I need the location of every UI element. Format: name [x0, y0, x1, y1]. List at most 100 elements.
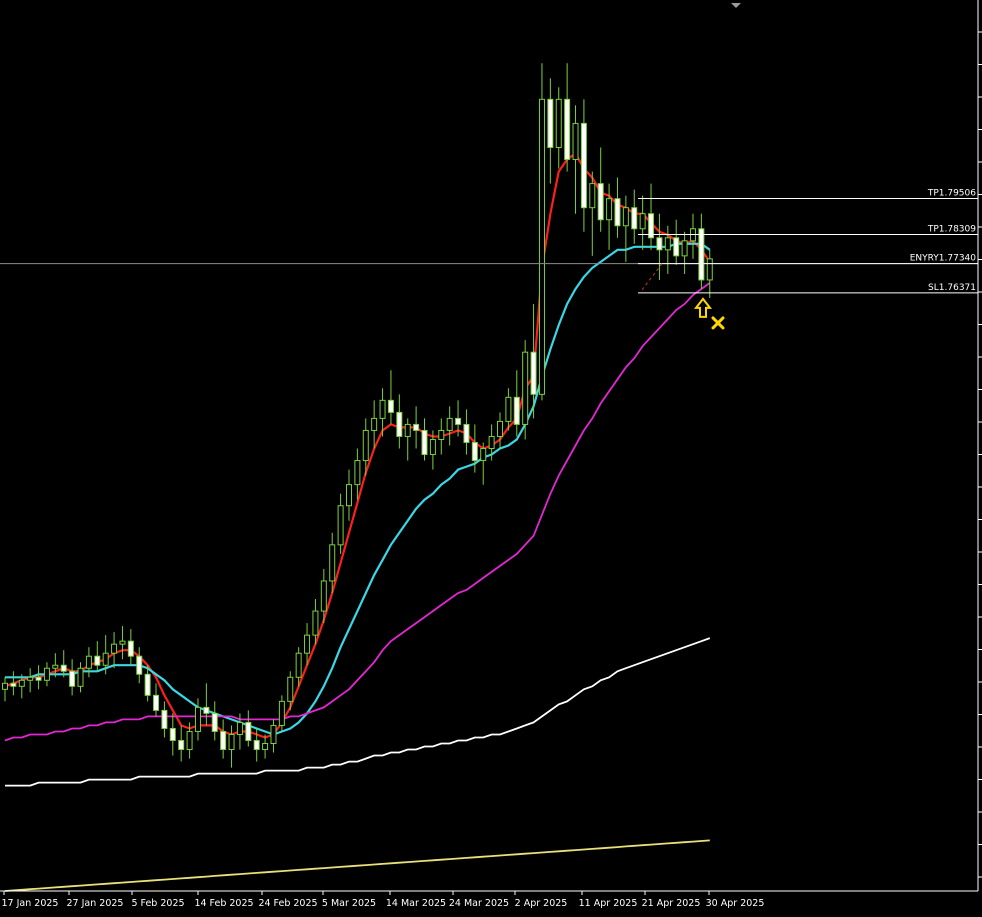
candle-body — [178, 739, 185, 751]
candle-body — [379, 399, 386, 419]
x-tick-label: 14 Mar 2025 — [386, 898, 446, 909]
candle — [522, 340, 529, 440]
candle-body — [580, 122, 587, 209]
candle-body — [421, 429, 428, 456]
candle-body — [119, 640, 126, 645]
candle-body — [312, 610, 319, 636]
candle-body — [18, 679, 25, 687]
candle-body — [102, 652, 109, 666]
candle-body — [52, 664, 59, 669]
x-tick-label: 27 Jan 2025 — [67, 898, 124, 909]
chart-background — [0, 0, 982, 917]
x-tick-label: 2 Apr 2025 — [515, 898, 568, 909]
candle-body — [2, 682, 8, 690]
candle-body — [572, 122, 579, 161]
candle-body — [564, 98, 571, 161]
candle-body — [345, 484, 352, 507]
candle-body — [161, 709, 168, 729]
candle-body — [664, 237, 671, 251]
candle-body — [555, 98, 562, 148]
candle-body — [27, 676, 34, 681]
candle-body — [438, 429, 445, 440]
candle-body — [614, 198, 621, 227]
candle-body — [656, 237, 663, 251]
candle-body — [589, 183, 596, 209]
candle-body — [211, 712, 218, 732]
candle-body — [387, 399, 394, 413]
candle-body — [253, 739, 260, 751]
candle-body — [446, 417, 453, 431]
candle-body — [69, 670, 76, 687]
candle-body — [77, 667, 84, 687]
candle-body — [371, 417, 378, 431]
candle-body — [43, 667, 50, 681]
candle-body — [606, 198, 613, 221]
candle-body — [35, 676, 42, 681]
candle-body — [270, 724, 277, 745]
candle-body — [220, 730, 227, 751]
price-chart: TP1.79506TP1.78309ENYRY1.77340SL1.76371 … — [0, 0, 982, 917]
candle-body — [396, 411, 403, 437]
candle-body — [194, 706, 201, 732]
candle-body — [169, 727, 176, 741]
candle-body — [60, 664, 67, 672]
candle-body — [203, 706, 210, 714]
candle-body — [354, 460, 361, 486]
x-tick-label: 5 Mar 2025 — [322, 898, 376, 909]
candle-body — [10, 682, 17, 687]
candle-body — [153, 694, 160, 711]
candle-body — [186, 730, 193, 751]
candle-body — [429, 438, 436, 456]
candle-body — [522, 351, 529, 425]
candle-body — [463, 423, 470, 443]
candle-body — [698, 228, 705, 281]
candle-body — [505, 396, 512, 422]
x-tick-label: 24 Mar 2025 — [449, 898, 509, 909]
candle-body — [144, 673, 151, 696]
x-tick-label: 11 Apr 2025 — [579, 898, 638, 909]
x-tick-label: 5 Feb 2025 — [131, 898, 184, 909]
x-tick-label: 30 Apr 2025 — [706, 898, 765, 909]
candle-body — [295, 652, 302, 678]
candle-body — [631, 207, 638, 230]
level-label: ENYRY1.77340 — [910, 254, 977, 264]
candle-body — [488, 435, 495, 450]
candle-body — [287, 676, 294, 702]
candle — [538, 63, 545, 401]
candle-body — [278, 700, 285, 726]
level-label: TP1.79506 — [927, 188, 976, 198]
candle-body — [480, 448, 487, 462]
candle-body — [597, 183, 604, 221]
candle-body — [497, 420, 504, 437]
candle-body — [228, 733, 235, 751]
candle-body — [413, 423, 420, 431]
candle-body — [85, 655, 92, 669]
candle-body — [245, 721, 252, 741]
candle-body — [320, 580, 327, 612]
candle-body — [111, 643, 118, 654]
candle-body — [236, 721, 243, 735]
candle-body — [404, 423, 411, 437]
candle-body — [127, 640, 134, 657]
candle-body — [673, 237, 680, 257]
candle-body — [538, 98, 545, 395]
candle-body — [337, 505, 344, 546]
candle-body — [329, 544, 336, 582]
candle-body — [622, 207, 629, 227]
level-label: SL1.76371 — [928, 283, 976, 293]
candle-body — [455, 417, 462, 425]
candle-body — [94, 655, 101, 666]
candle-body — [547, 98, 554, 148]
x-tick-label: 17 Jan 2025 — [2, 898, 59, 909]
candle-body — [362, 429, 369, 462]
candle-body — [681, 240, 688, 257]
candle-body — [304, 634, 311, 654]
candle-body — [513, 396, 520, 425]
candle-body — [530, 351, 537, 395]
candle-body — [471, 441, 478, 462]
candle-body — [262, 743, 269, 751]
candle-body — [136, 655, 143, 675]
level-label: TP1.78309 — [927, 225, 976, 235]
candle-body — [706, 258, 713, 281]
candle-body — [639, 213, 646, 230]
